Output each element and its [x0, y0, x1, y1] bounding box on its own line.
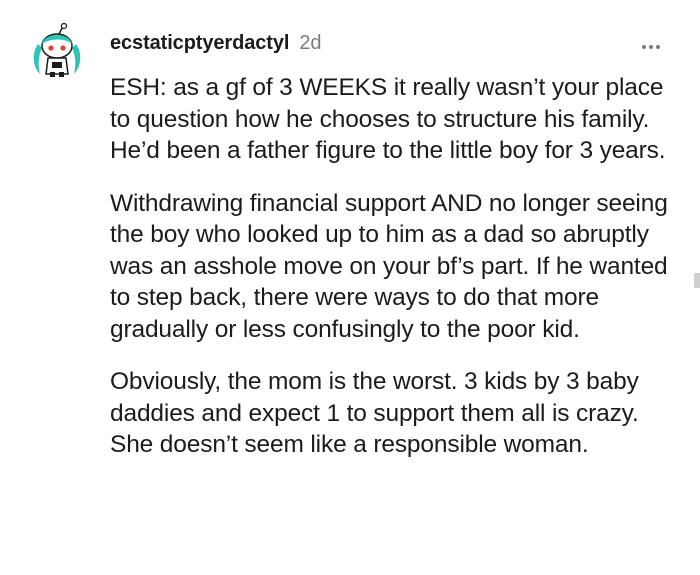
snoo-avatar-icon [33, 22, 81, 77]
more-options-icon-dot [649, 45, 653, 49]
user-avatar[interactable] [28, 22, 86, 80]
username-link[interactable]: ecstaticptyerdactyl [110, 32, 289, 55]
comment-paragraph: ESH: as a gf of 3 WEEKS it really wasn’t… [110, 74, 666, 164]
comment-paragraph: Obviously, the mom is the worst. 3 kids … [110, 368, 639, 458]
more-options-button[interactable] [636, 36, 666, 58]
comment-header: ecstaticptyerdactyl 2d [110, 32, 322, 62]
comment: ecstaticptyerdactyl 2d ESH: as a gf of 3… [0, 0, 700, 575]
comment-age: 2d [299, 32, 322, 54]
scrollbar-thumb[interactable] [694, 273, 700, 288]
comment-paragraph: Withdrawing financial support AND no lon… [110, 189, 668, 343]
more-options-icon-dot [656, 45, 660, 49]
more-options-icon [642, 45, 646, 49]
comment-body: ESH: as a gf of 3 WEEKS it really wasn’t… [110, 72, 682, 482]
